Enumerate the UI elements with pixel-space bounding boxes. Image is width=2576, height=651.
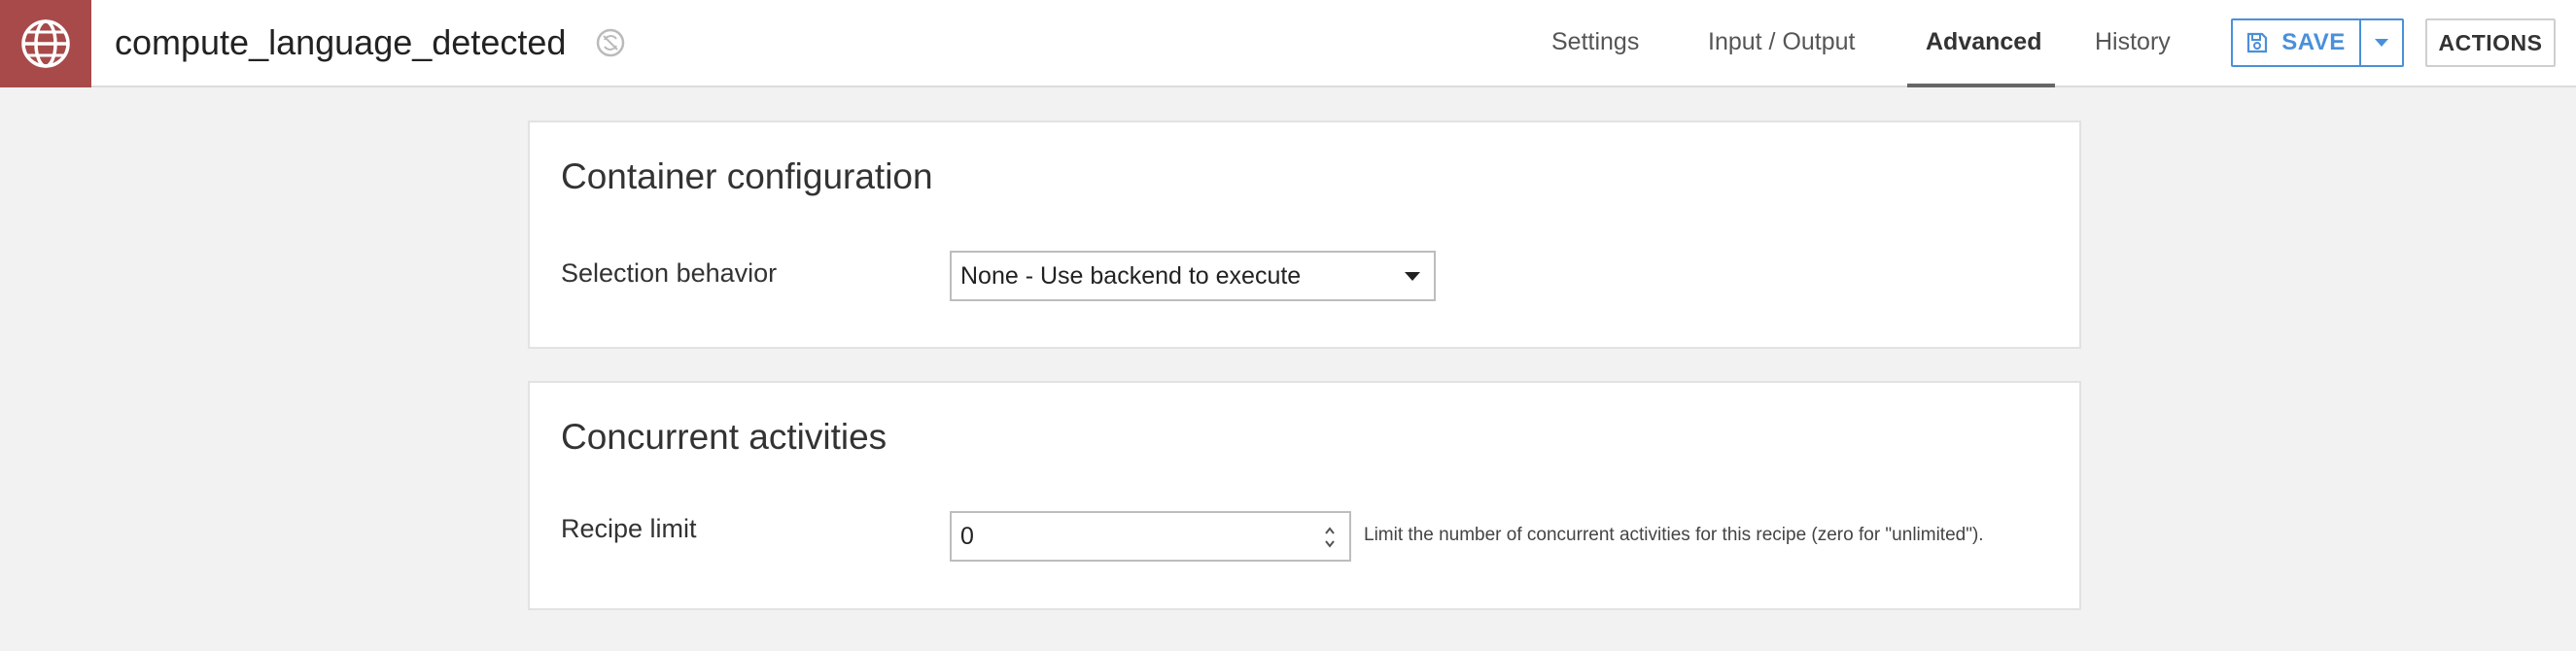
recipe-limit-value: 0	[960, 523, 974, 550]
recipe-name[interactable]: compute_language_detected	[115, 19, 566, 66]
selection-behavior-value: None - Use backend to execute	[960, 262, 1302, 290]
save-label: SAVE	[2281, 29, 2346, 55]
tab-settings[interactable]: Settings	[1551, 0, 1639, 86]
container-configuration-title: Container configuration	[561, 156, 933, 196]
recipe-type-badge	[0, 0, 91, 87]
recipe-limit-input[interactable]: 0	[950, 511, 1351, 562]
save-button[interactable]: SAVE	[2233, 20, 2359, 65]
actions-button[interactable]: ACTIONS	[2425, 18, 2556, 67]
tab-advanced[interactable]: Advanced	[1926, 0, 2041, 86]
number-spinner-icon[interactable]	[1322, 523, 1338, 552]
chevron-down-icon	[1405, 272, 1420, 281]
floppy-disk-icon	[2247, 32, 2268, 53]
selection-behavior-select[interactable]: None - Use backend to execute	[950, 251, 1436, 301]
container-configuration-card: Container configuration Selection behavi…	[528, 120, 2081, 349]
concurrent-activities-title: Concurrent activities	[561, 417, 888, 457]
selection-behavior-label: Selection behavior	[561, 258, 778, 288]
save-dropdown-toggle[interactable]	[2361, 20, 2402, 65]
top-bar: compute_language_detected Settings Input…	[0, 0, 2576, 87]
caret-down-icon	[2375, 39, 2388, 47]
globe-icon	[21, 19, 70, 68]
concurrent-activities-card: Concurrent activities Recipe limit 0 Lim…	[528, 381, 2081, 610]
save-button-group: SAVE	[2231, 18, 2404, 67]
tab-input-output[interactable]: Input / Output	[1708, 0, 1856, 86]
sync-disabled-icon[interactable]	[595, 27, 626, 58]
active-tab-indicator	[1907, 84, 2055, 87]
tab-history[interactable]: History	[2095, 0, 2171, 86]
recipe-limit-help: Limit the number of concurrent activitie…	[1364, 525, 1984, 545]
recipe-limit-label: Recipe limit	[561, 514, 697, 543]
